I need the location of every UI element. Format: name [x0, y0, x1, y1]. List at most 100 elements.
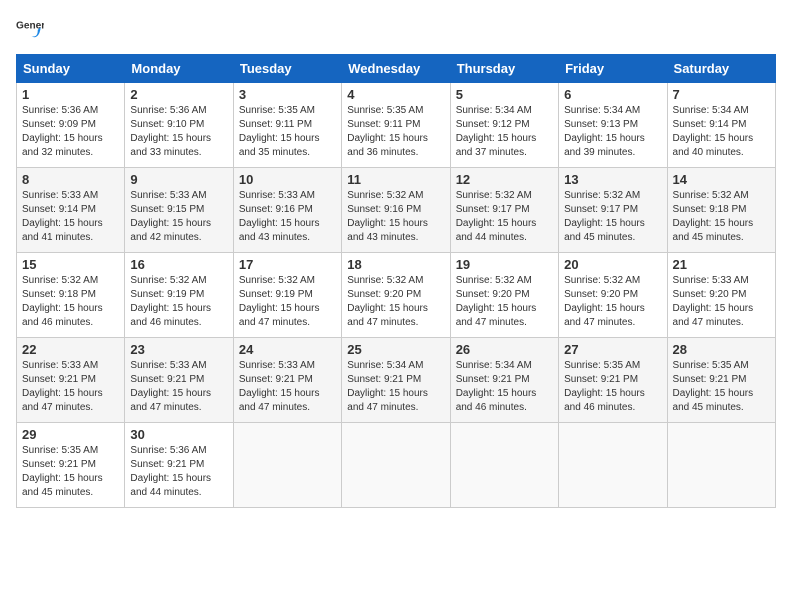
day-number: 17: [239, 257, 336, 272]
day-info: Sunrise: 5:36 AMSunset: 9:10 PMDaylight:…: [130, 105, 211, 158]
calendar-cell: 16 Sunrise: 5:32 AMSunset: 9:19 PMDayligh…: [125, 253, 233, 338]
logo-icon: General: [16, 16, 44, 44]
header-saturday: Saturday: [667, 55, 775, 83]
day-number: 9: [130, 172, 227, 187]
day-info: Sunrise: 5:34 AMSunset: 9:21 PMDaylight:…: [347, 360, 428, 413]
calendar-cell: 23Sunrise: 5:33 AMSunset: 9:21 PMDayligh…: [125, 338, 233, 423]
day-number: 2: [130, 87, 227, 102]
weekday-header-row: Sunday Monday Tuesday Wednesday Thursday…: [17, 55, 776, 83]
calendar-cell: 24 Sunrise: 5:33 AMSunset: 9:21 PMDayligh…: [233, 338, 341, 423]
day-number: 16: [130, 257, 227, 272]
day-info: Sunrise: 5:32 AMSunset: 9:20 PMDaylight:…: [564, 275, 645, 328]
calendar-cell: 4 Sunrise: 5:35 AMSunset: 9:11 PMDaylight…: [342, 83, 450, 168]
day-info: Sunrise: 5:33 AMSunset: 9:15 PMDaylight:…: [130, 190, 211, 243]
day-number: 14: [673, 172, 770, 187]
calendar-cell: 13 Sunrise: 5:32 AMSunset: 9:17 PMDayligh…: [559, 168, 667, 253]
day-number: 19: [456, 257, 553, 272]
calendar-cell: 17 Sunrise: 5:32 AMSunset: 9:19 PMDayligh…: [233, 253, 341, 338]
day-number: 15: [22, 257, 119, 272]
calendar-cell: 27Sunrise: 5:35 AMSunset: 9:21 PMDayligh…: [559, 338, 667, 423]
day-info: Sunrise: 5:33 AMSunset: 9:21 PMDaylight:…: [22, 360, 103, 413]
day-number: 6: [564, 87, 661, 102]
calendar-cell: 19 Sunrise: 5:32 AMSunset: 9:20 PMDayligh…: [450, 253, 558, 338]
calendar-cell: 15 Sunrise: 5:32 AMSunset: 9:18 PMDayligh…: [17, 253, 125, 338]
header-sunday: Sunday: [17, 55, 125, 83]
day-number: 26: [456, 342, 553, 357]
calendar-cell: [342, 423, 450, 508]
calendar-cell: 20Sunrise: 5:32 AMSunset: 9:20 PMDayligh…: [559, 253, 667, 338]
day-number: 30: [130, 427, 227, 442]
day-info: Sunrise: 5:35 AMSunset: 9:21 PMDaylight:…: [22, 445, 103, 498]
day-info: Sunrise: 5:32 AMSunset: 9:18 PMDaylight:…: [673, 190, 754, 243]
calendar-cell: 8Sunrise: 5:33 AMSunset: 9:14 PMDaylight…: [17, 168, 125, 253]
day-number: 1: [22, 87, 119, 102]
day-info: Sunrise: 5:35 AMSunset: 9:11 PMDaylight:…: [239, 105, 320, 158]
day-number: 7: [673, 87, 770, 102]
day-info: Sunrise: 5:33 AMSunset: 9:20 PMDaylight:…: [673, 275, 754, 328]
calendar-cell: 11 Sunrise: 5:32 AMSunset: 9:16 PMDayligh…: [342, 168, 450, 253]
day-number: 5: [456, 87, 553, 102]
calendar-cell: 6 Sunrise: 5:34 AMSunset: 9:13 PMDaylight…: [559, 83, 667, 168]
calendar-cell: 21 Sunrise: 5:33 AMSunset: 9:20 PMDayligh…: [667, 253, 775, 338]
day-info: Sunrise: 5:32 AMSunset: 9:16 PMDaylight:…: [347, 190, 428, 243]
day-info: Sunrise: 5:36 AMSunset: 9:21 PMDaylight:…: [130, 445, 211, 498]
calendar-table: Sunday Monday Tuesday Wednesday Thursday…: [16, 54, 776, 508]
day-number: 18: [347, 257, 444, 272]
calendar-cell: 10Sunrise: 5:33 AMSunset: 9:16 PMDayligh…: [233, 168, 341, 253]
week-row-1: 1 Sunrise: 5:36 AMSunset: 9:09 PMDaylight…: [17, 83, 776, 168]
calendar-cell: 9 Sunrise: 5:33 AMSunset: 9:15 PMDaylight…: [125, 168, 233, 253]
header-tuesday: Tuesday: [233, 55, 341, 83]
day-info: Sunrise: 5:32 AMSunset: 9:20 PMDaylight:…: [347, 275, 428, 328]
day-number: 21: [673, 257, 770, 272]
header-monday: Monday: [125, 55, 233, 83]
day-info: Sunrise: 5:33 AMSunset: 9:21 PMDaylight:…: [239, 360, 320, 413]
logo: General: [16, 16, 48, 44]
header-wednesday: Wednesday: [342, 55, 450, 83]
day-number: 4: [347, 87, 444, 102]
day-info: Sunrise: 5:35 AMSunset: 9:21 PMDaylight:…: [564, 360, 645, 413]
header-friday: Friday: [559, 55, 667, 83]
day-info: Sunrise: 5:36 AMSunset: 9:09 PMDaylight:…: [22, 105, 103, 158]
week-row-4: 22 Sunrise: 5:33 AMSunset: 9:21 PMDayligh…: [17, 338, 776, 423]
calendar-cell: 5 Sunrise: 5:34 AMSunset: 9:12 PMDaylight…: [450, 83, 558, 168]
day-info: Sunrise: 5:32 AMSunset: 9:17 PMDaylight:…: [456, 190, 537, 243]
day-number: 28: [673, 342, 770, 357]
calendar-cell: 22 Sunrise: 5:33 AMSunset: 9:21 PMDayligh…: [17, 338, 125, 423]
day-info: Sunrise: 5:33 AMSunset: 9:14 PMDaylight:…: [22, 190, 103, 243]
day-number: 11: [347, 172, 444, 187]
header-thursday: Thursday: [450, 55, 558, 83]
calendar-cell: 2 Sunrise: 5:36 AMSunset: 9:10 PMDaylight…: [125, 83, 233, 168]
day-number: 22: [22, 342, 119, 357]
calendar-cell: 12 Sunrise: 5:32 AMSunset: 9:17 PMDayligh…: [450, 168, 558, 253]
day-number: 25: [347, 342, 444, 357]
day-info: Sunrise: 5:32 AMSunset: 9:19 PMDaylight:…: [130, 275, 211, 328]
day-number: 12: [456, 172, 553, 187]
calendar-cell: 26Sunrise: 5:34 AMSunset: 9:21 PMDayligh…: [450, 338, 558, 423]
day-number: 13: [564, 172, 661, 187]
week-row-2: 8Sunrise: 5:33 AMSunset: 9:14 PMDaylight…: [17, 168, 776, 253]
week-row-5: 29 Sunrise: 5:35 AMSunset: 9:21 PMDayligh…: [17, 423, 776, 508]
header-section: General: [16, 16, 776, 44]
day-number: 29: [22, 427, 119, 442]
calendar-cell: 3Sunrise: 5:35 AMSunset: 9:11 PMDaylight…: [233, 83, 341, 168]
calendar-cell: [667, 423, 775, 508]
day-info: Sunrise: 5:32 AMSunset: 9:20 PMDaylight:…: [456, 275, 537, 328]
calendar-cell: 25 Sunrise: 5:34 AMSunset: 9:21 PMDayligh…: [342, 338, 450, 423]
day-info: Sunrise: 5:32 AMSunset: 9:19 PMDaylight:…: [239, 275, 320, 328]
day-number: 24: [239, 342, 336, 357]
calendar-cell: [559, 423, 667, 508]
day-info: Sunrise: 5:32 AMSunset: 9:17 PMDaylight:…: [564, 190, 645, 243]
calendar-cell: 28 Sunrise: 5:35 AMSunset: 9:21 PMDayligh…: [667, 338, 775, 423]
day-number: 10: [239, 172, 336, 187]
day-number: 23: [130, 342, 227, 357]
calendar-cell: 7 Sunrise: 5:34 AMSunset: 9:14 PMDaylight…: [667, 83, 775, 168]
day-info: Sunrise: 5:32 AMSunset: 9:18 PMDaylight:…: [22, 275, 103, 328]
day-info: Sunrise: 5:35 AMSunset: 9:21 PMDaylight:…: [673, 360, 754, 413]
calendar-cell: 30 Sunrise: 5:36 AMSunset: 9:21 PMDayligh…: [125, 423, 233, 508]
day-info: Sunrise: 5:34 AMSunset: 9:14 PMDaylight:…: [673, 105, 754, 158]
week-row-3: 15 Sunrise: 5:32 AMSunset: 9:18 PMDayligh…: [17, 253, 776, 338]
calendar-cell: 29 Sunrise: 5:35 AMSunset: 9:21 PMDayligh…: [17, 423, 125, 508]
day-info: Sunrise: 5:35 AMSunset: 9:11 PMDaylight:…: [347, 105, 428, 158]
day-info: Sunrise: 5:34 AMSunset: 9:12 PMDaylight:…: [456, 105, 537, 158]
day-info: Sunrise: 5:34 AMSunset: 9:13 PMDaylight:…: [564, 105, 645, 158]
